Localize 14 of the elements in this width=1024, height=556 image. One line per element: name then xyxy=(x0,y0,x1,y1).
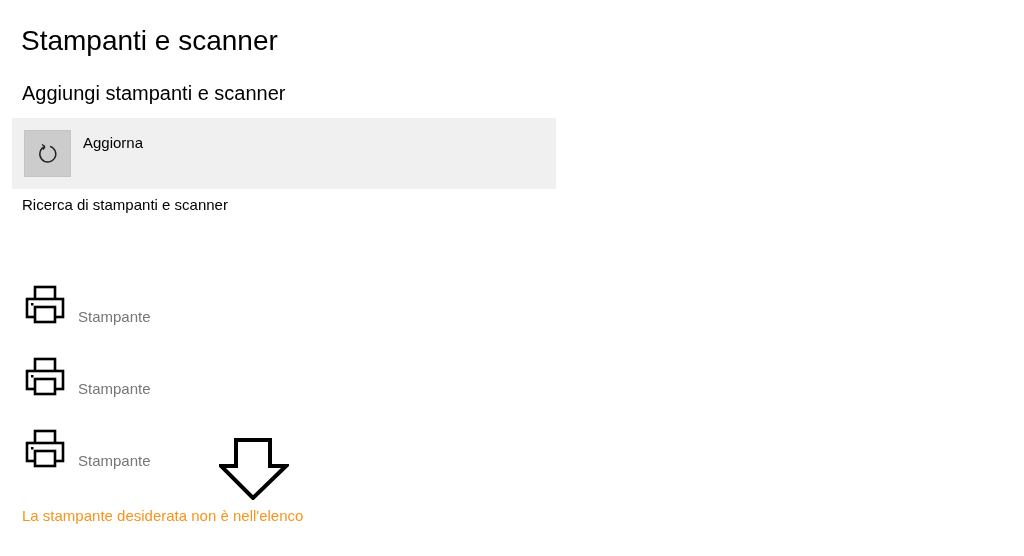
status-text: Ricerca di stampanti e scanner xyxy=(22,195,229,215)
printer-icon xyxy=(25,428,65,469)
page-title: Stampanti e scanner xyxy=(21,24,279,58)
printer-not-listed-link[interactable]: La stampante desiderata non è nell'elenco xyxy=(22,504,304,527)
printer-type: Stampante xyxy=(78,378,151,399)
printer-icon xyxy=(25,284,65,325)
refresh-button[interactable] xyxy=(24,130,71,177)
printer-type: Stampante xyxy=(78,450,151,471)
down-arrow-icon xyxy=(219,438,289,500)
printer-icon xyxy=(25,356,65,397)
printer-type: Stampante xyxy=(78,306,151,327)
section-title: Aggiungi stampanti e scanner xyxy=(22,81,287,106)
refresh-icon xyxy=(36,142,59,165)
refresh-label: Aggiorna xyxy=(83,133,144,153)
